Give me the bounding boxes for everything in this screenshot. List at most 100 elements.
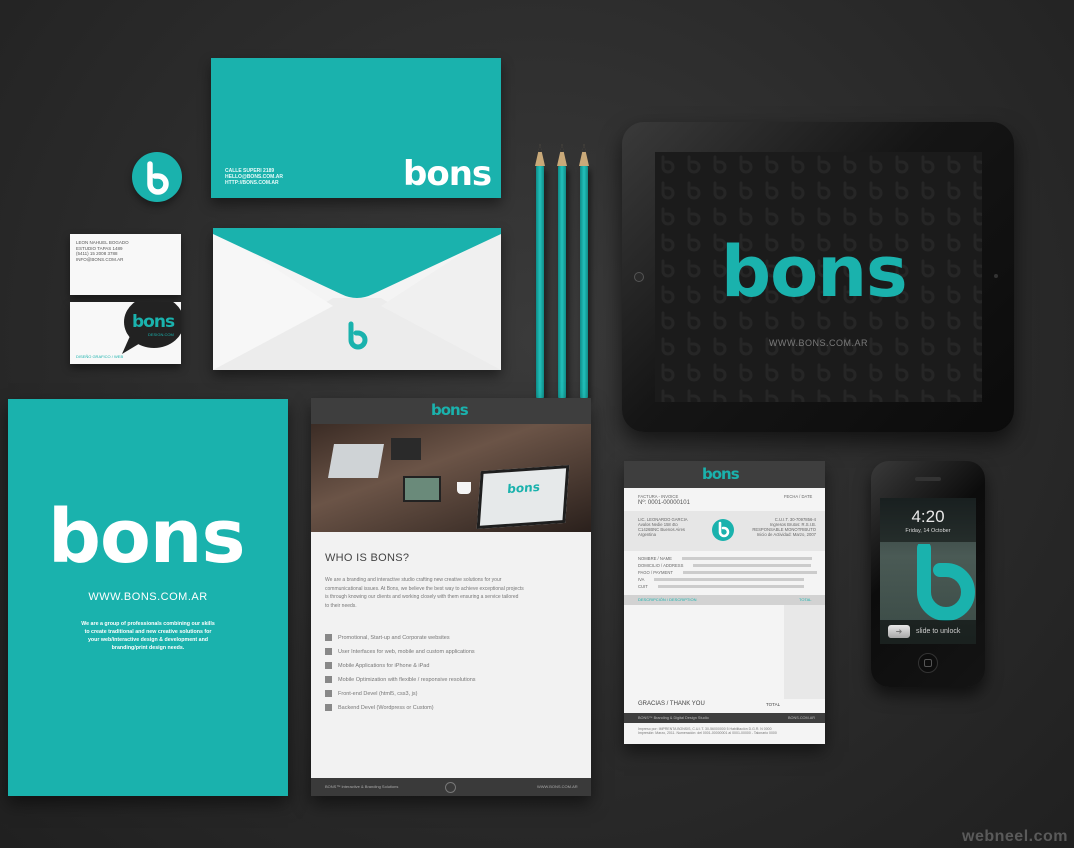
b-logo-icon — [348, 321, 368, 350]
lock-time: 4:20 — [911, 507, 945, 526]
description-line: your web/interactive design & developmen… — [87, 637, 209, 643]
business-card-front: LEON NAHUEL BOGADO ESTUDIO TAPAS 1489 (5… — [70, 234, 181, 295]
intro-line: We are a branding and interactive studio… — [325, 577, 502, 583]
invoice-fields: NOMBRE / NAME DOMICILIO / ADDRESS PAGO /… — [638, 556, 817, 591]
tablet — [403, 476, 441, 502]
brochure-page: bons bons WHO IS BONS? We are a branding… — [311, 398, 591, 796]
business-card-back: bons DESIGN.COM DISEÑO GRAFICO / WEB — [70, 302, 181, 364]
intro-line: to their needs. — [325, 602, 357, 609]
monitor — [391, 438, 421, 460]
invoice-number: Nº: 0001-00000101 — [638, 500, 690, 506]
iphone-lock-screen: 4:20 Friday, 14 October ➜ slide to unloc… — [880, 498, 976, 644]
field-line — [654, 578, 805, 581]
envelope-back — [213, 228, 501, 370]
field-label: NOMBRE / NAME — [638, 556, 672, 561]
folder-url: WWW.BONS.COM.AR — [88, 591, 208, 603]
card-logo-sub: DESIGN.COM — [148, 332, 174, 337]
envelope-address: CALLE SUPERI 2189 HELLO@BONS.COM.AR HTTP… — [225, 168, 335, 186]
pencil — [579, 144, 590, 398]
b-logo-icon — [445, 782, 456, 793]
brochure-wordmark: bons — [431, 401, 469, 419]
tax-block: C.U.I.T. 30-7097856-4 Ingresos Brutos: R… — [750, 517, 816, 537]
service-item: Promotional, Start-up and Corporate webs… — [325, 634, 450, 641]
description-line: branding/print design needs. — [111, 645, 185, 651]
home-button-icon — [634, 272, 644, 282]
invoice-wordmark: bons — [702, 465, 740, 483]
folder-wordmark: bons — [48, 494, 246, 580]
printer-line: Impresión: Marzo, 2011. Numeración: del … — [638, 731, 777, 735]
service-label: Front-end Devel (html5, css3, js) — [338, 690, 418, 697]
field-label: CUIT — [638, 584, 648, 589]
tax-line: Inicio de Actividad: Marzo, 2007 — [756, 532, 816, 537]
card-contact: LEON NAHUEL BOGADO ESTUDIO TAPAS 1489 (5… — [76, 240, 176, 262]
invoice-info-band: LIC. LEONARDO GARCIA Avalos Nedie 158 4t… — [624, 511, 825, 551]
brochure-footer: BONS™ Interactive & Branding Solutions W… — [311, 778, 591, 796]
round-logo-sticker — [132, 152, 182, 202]
card-footer: DISEÑO GRAFICO / WEB — [76, 354, 124, 359]
invoice-printer-info: Impreso por: IMPRENTA BONSIS, C.U.I.T. 3… — [638, 727, 777, 735]
folder-description: We are a group of professionals combinin… — [76, 620, 220, 652]
laptop-screen — [328, 444, 384, 478]
service-label: Backend Devel (Wordpress or Custom) — [338, 704, 434, 711]
invoice-footer-bar: BONS™ Branding & Digital Design Studio B… — [624, 713, 825, 723]
field-label: PAGO / PAYMENT — [638, 570, 673, 575]
speaker-icon — [915, 477, 941, 481]
pencil — [557, 144, 568, 398]
camera-icon — [994, 274, 998, 278]
envelope-front: CALLE SUPERI 2189 HELLO@BONS.COM.AR HTTP… — [211, 58, 501, 198]
description-line: to create traditional and new creative s… — [84, 629, 212, 635]
brochure-intro: We are a branding and interactive studio… — [325, 576, 577, 610]
field-line — [693, 564, 812, 567]
table-header-description: DESCRIPCIÓN / DESCRIPTION — [638, 597, 697, 602]
invoice-total-label: TOTAL — [766, 702, 781, 707]
intro-line: is through knowing our clients and worki… — [325, 594, 519, 600]
arrow-right-icon: ➜ — [895, 627, 903, 636]
client-line: Argentina — [638, 532, 656, 537]
field-line — [682, 571, 817, 574]
invoice-footer-right: BONS.COM.AR — [788, 716, 816, 720]
intro-line: communicational issues. At Bons, we beli… — [325, 585, 524, 592]
mug — [457, 482, 471, 494]
envelope-wordmark: bons — [403, 154, 492, 194]
pencil — [535, 144, 546, 398]
b-logo-icon — [147, 161, 169, 195]
laptop-display: bons — [476, 465, 570, 529]
database-icon — [325, 704, 332, 711]
code-icon — [325, 690, 332, 697]
monitor-icon — [325, 634, 332, 641]
service-label: Mobile Applications for iPhone & iPad — [338, 662, 430, 669]
invoice-thanks: GRACIAS / THANK YOU — [638, 701, 705, 707]
invoice-date-label: FECHA / DATE — [784, 494, 813, 499]
watermark: webneel.com — [962, 828, 1068, 845]
service-label: User Interfaces for web, mobile and cust… — [338, 648, 475, 655]
field-line — [681, 557, 812, 560]
gear-icon — [325, 648, 332, 655]
invoice-header: bons — [624, 461, 825, 488]
field-line — [657, 585, 804, 588]
ipad-device: bons WWW.BONS.COM.AR — [622, 122, 1014, 432]
service-label: Promotional, Start-up and Corporate webs… — [338, 634, 450, 641]
description-line: We are a group of professionals combinin… — [81, 621, 215, 627]
service-item: Backend Devel (Wordpress or Custom) — [325, 704, 434, 711]
lock-date: Friday, 14 October — [905, 528, 951, 534]
address-line: HTTP://BONS.COM.AR — [225, 180, 279, 186]
b-logo-icon — [712, 519, 734, 541]
service-item: User Interfaces for web, mobile and cust… — [325, 648, 475, 655]
b-logo-icon — [917, 544, 975, 621]
home-button-icon[interactable] — [918, 653, 938, 673]
invoice-sheet: bons FACTURA - INVOICE Nº: 0001-00000101… — [624, 461, 825, 744]
brochure-footer-left: BONS™ Interactive & Branding Solutions — [325, 784, 399, 789]
invoice-table-header: DESCRIPCIÓN / DESCRIPTION TOTAL — [624, 595, 825, 605]
iphone-device: 4:20 Friday, 14 October ➜ slide to unloc… — [871, 461, 985, 687]
client-block: LIC. LEONARDO GARCIA Avalos Nedie 158 4t… — [638, 517, 688, 537]
card-line: INFO@BONS.COM.AR — [76, 256, 124, 262]
invoice-total-column — [784, 605, 825, 699]
service-item: Mobile Optimization with flexible / resp… — [325, 676, 476, 683]
unlock-slider-handle[interactable]: ➜ — [888, 625, 910, 638]
brochure-header: bons — [311, 398, 591, 424]
field-label: DOMICILIO / ADDRESS — [638, 563, 684, 568]
presentation-folder: bons WWW.BONS.COM.AR We are a group of p… — [8, 399, 288, 796]
invoice-footer-left: BONS™ Branding & Digital Design Studio — [638, 716, 709, 720]
laptop-wordmark: bons — [506, 479, 541, 497]
ipad-screen: bons WWW.BONS.COM.AR — [655, 152, 982, 402]
